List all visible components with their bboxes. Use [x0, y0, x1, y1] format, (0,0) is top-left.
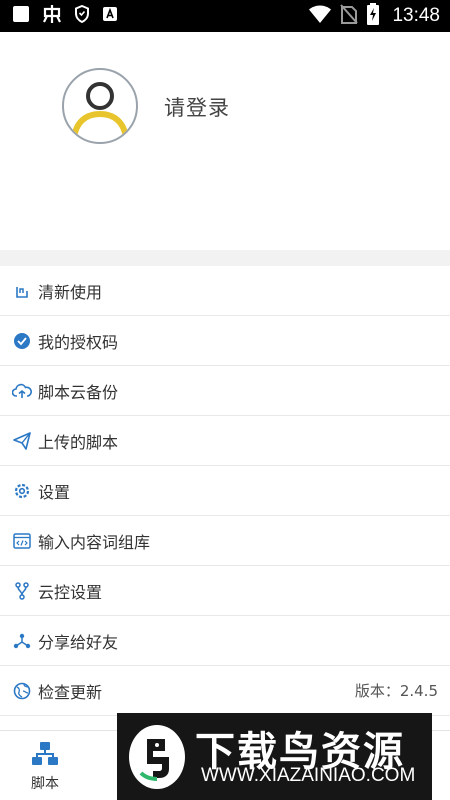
profile-header: 请登录: [0, 32, 450, 250]
wifi-icon: [308, 4, 332, 28]
menu-item-share-friends[interactable]: 分享给好友: [0, 616, 450, 666]
menu-item-uploaded-scripts[interactable]: 上传的脚本: [0, 416, 450, 466]
tab-scripts[interactable]: 脚本: [20, 741, 70, 793]
menu-item-fresh-use[interactable]: 清新使用: [0, 266, 450, 316]
menu-item-label: 清新使用: [38, 282, 103, 302]
code-window-icon: [12, 531, 32, 551]
menu-list: 清新使用 我的授权码 脚本云备份 上传的脚本 设置 输入内容词组库 云控设置 分…: [0, 266, 450, 716]
watermark-url: WWW.XIAZAINIAO.COM: [201, 765, 416, 786]
authorization-badge-icon: [12, 331, 32, 351]
menu-item-label: 输入内容词组库: [38, 532, 151, 552]
bug-app-icon: [42, 4, 62, 28]
paper-plane-icon: [12, 431, 32, 451]
menu-item-label: 云控设置: [38, 582, 103, 602]
menu-item-label: 检查更新: [38, 682, 103, 702]
menu-item-cloud-backup[interactable]: 脚本云备份: [0, 366, 450, 416]
login-prompt[interactable]: 请登录: [164, 92, 230, 122]
menu-item-settings[interactable]: 设置: [0, 466, 450, 516]
sitemap-icon: [32, 742, 58, 765]
menu-item-label: 我的授权码: [38, 332, 119, 352]
version-text: 版本：2.4.5: [354, 682, 438, 700]
a-app-icon: [102, 6, 118, 26]
watermark-banner: 下载鸟资源 WWW.XIAZAINIAO.COM: [117, 713, 432, 800]
menu-item-phrase-library[interactable]: 输入内容词组库: [0, 516, 450, 566]
status-bar-left: [12, 4, 118, 28]
status-bar-right: 13:48: [308, 3, 440, 29]
menu-item-check-update[interactable]: 检查更新 版本：2.4.5: [0, 666, 450, 716]
menu-item-label: 设置: [38, 482, 71, 502]
section-divider: [0, 250, 450, 266]
menu-item-label: 上传的脚本: [38, 432, 119, 452]
no-sim-icon: [340, 4, 359, 28]
refresh-usage-icon: [12, 281, 32, 301]
branch-icon: [12, 581, 32, 601]
battery-charging-icon: [366, 3, 380, 29]
shield-icon: [74, 4, 90, 27]
menu-item-cloud-control[interactable]: 云控设置: [0, 566, 450, 616]
menu-item-authorization-code[interactable]: 我的授权码: [0, 316, 450, 366]
gear-icon: [12, 481, 32, 501]
globe-icon: [12, 681, 32, 701]
menu-item-label: 分享给好友: [38, 632, 119, 652]
share-icon: [12, 631, 32, 651]
status-bar-time: 13:48: [392, 5, 440, 26]
cloud-backup-icon: [12, 381, 32, 401]
menu-item-label: 脚本云备份: [38, 382, 119, 402]
bird-logo-icon: [127, 721, 189, 791]
notification-square-icon: [12, 5, 30, 27]
tab-label: 脚本: [31, 776, 59, 792]
user-avatar-icon: [71, 82, 129, 139]
status-bar: 13:48: [0, 0, 450, 32]
avatar[interactable]: [62, 68, 138, 144]
